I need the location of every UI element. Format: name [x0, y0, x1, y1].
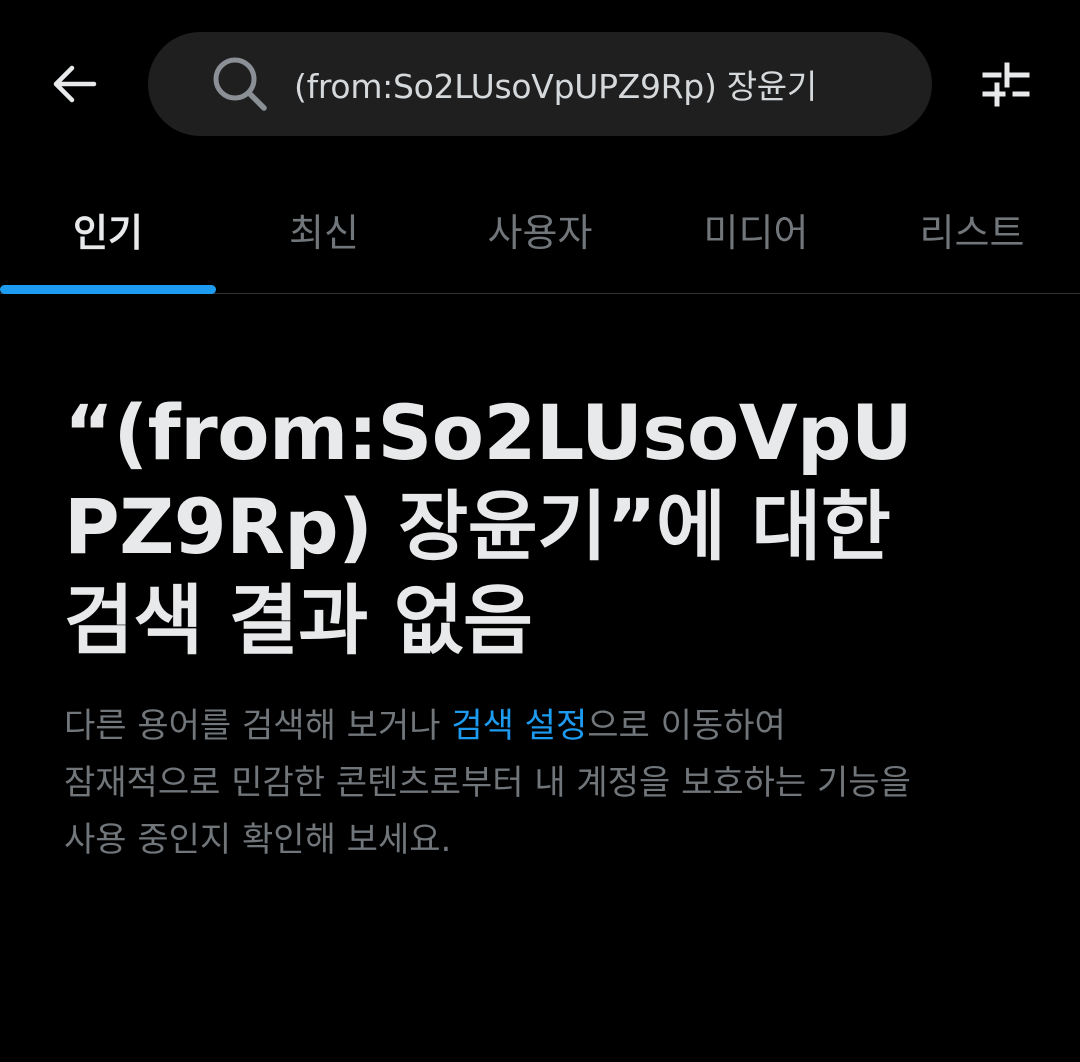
search-box[interactable]: (from:So2LUsoVpUPZ9Rp) 장윤기 [148, 32, 932, 136]
back-button[interactable] [40, 52, 108, 120]
no-results-description: 다른 용어를 검색해 보거나 검색 설정으로 이동하여 잠재적으로 민감한 콘텐… [64, 698, 1024, 869]
tab-media[interactable]: 미디어 [648, 170, 864, 293]
tab-label: 리스트 [919, 211, 1025, 255]
top-bar: (from:So2LUsoVpUPZ9Rp) 장윤기 [0, 0, 1080, 170]
no-results-heading: “(from:So2LUsoVpU PZ9Rp) 장윤기”에 대한 검색 결과 … [64, 386, 1024, 668]
tab-label: 인기 [73, 211, 143, 255]
arrow-left-icon [50, 64, 98, 108]
search-icon [210, 54, 270, 114]
active-tab-indicator [0, 285, 216, 294]
sliders-icon [981, 60, 1031, 112]
description-text: 으로 이동하여 [587, 706, 786, 746]
search-filter-button[interactable] [970, 52, 1042, 120]
heading-line: PZ9Rp) 장윤기”에 대한 [64, 482, 891, 571]
tab-latest[interactable]: 최신 [216, 170, 432, 293]
search-settings-link[interactable]: 검색 설정 [451, 706, 587, 746]
tab-lists[interactable]: 리스트 [864, 170, 1080, 293]
tab-label: 사용자 [487, 211, 593, 255]
description-text: 다른 용어를 검색해 보거나 [64, 706, 452, 746]
tab-popular[interactable]: 인기 [0, 170, 216, 294]
empty-state: “(from:So2LUsoVpU PZ9Rp) 장윤기”에 대한 검색 결과 … [64, 386, 1024, 869]
heading-line: “(from:So2LUsoVpU [64, 388, 913, 477]
tab-users[interactable]: 사용자 [432, 170, 648, 293]
heading-line: 검색 결과 없음 [64, 576, 533, 665]
description-text: 잠재적으로 민감한 콘텐츠로부터 내 계정을 보호하는 기능을 [64, 763, 911, 803]
tab-label: 최신 [289, 211, 359, 255]
search-tabs: 인기 최신 사용자 미디어 리스트 [0, 170, 1080, 294]
search-query-text: (from:So2LUsoVpUPZ9Rp) 장윤기 [294, 67, 817, 106]
description-text: 사용 중인지 확인해 보세요. [64, 820, 452, 860]
tab-label: 미디어 [703, 211, 809, 255]
